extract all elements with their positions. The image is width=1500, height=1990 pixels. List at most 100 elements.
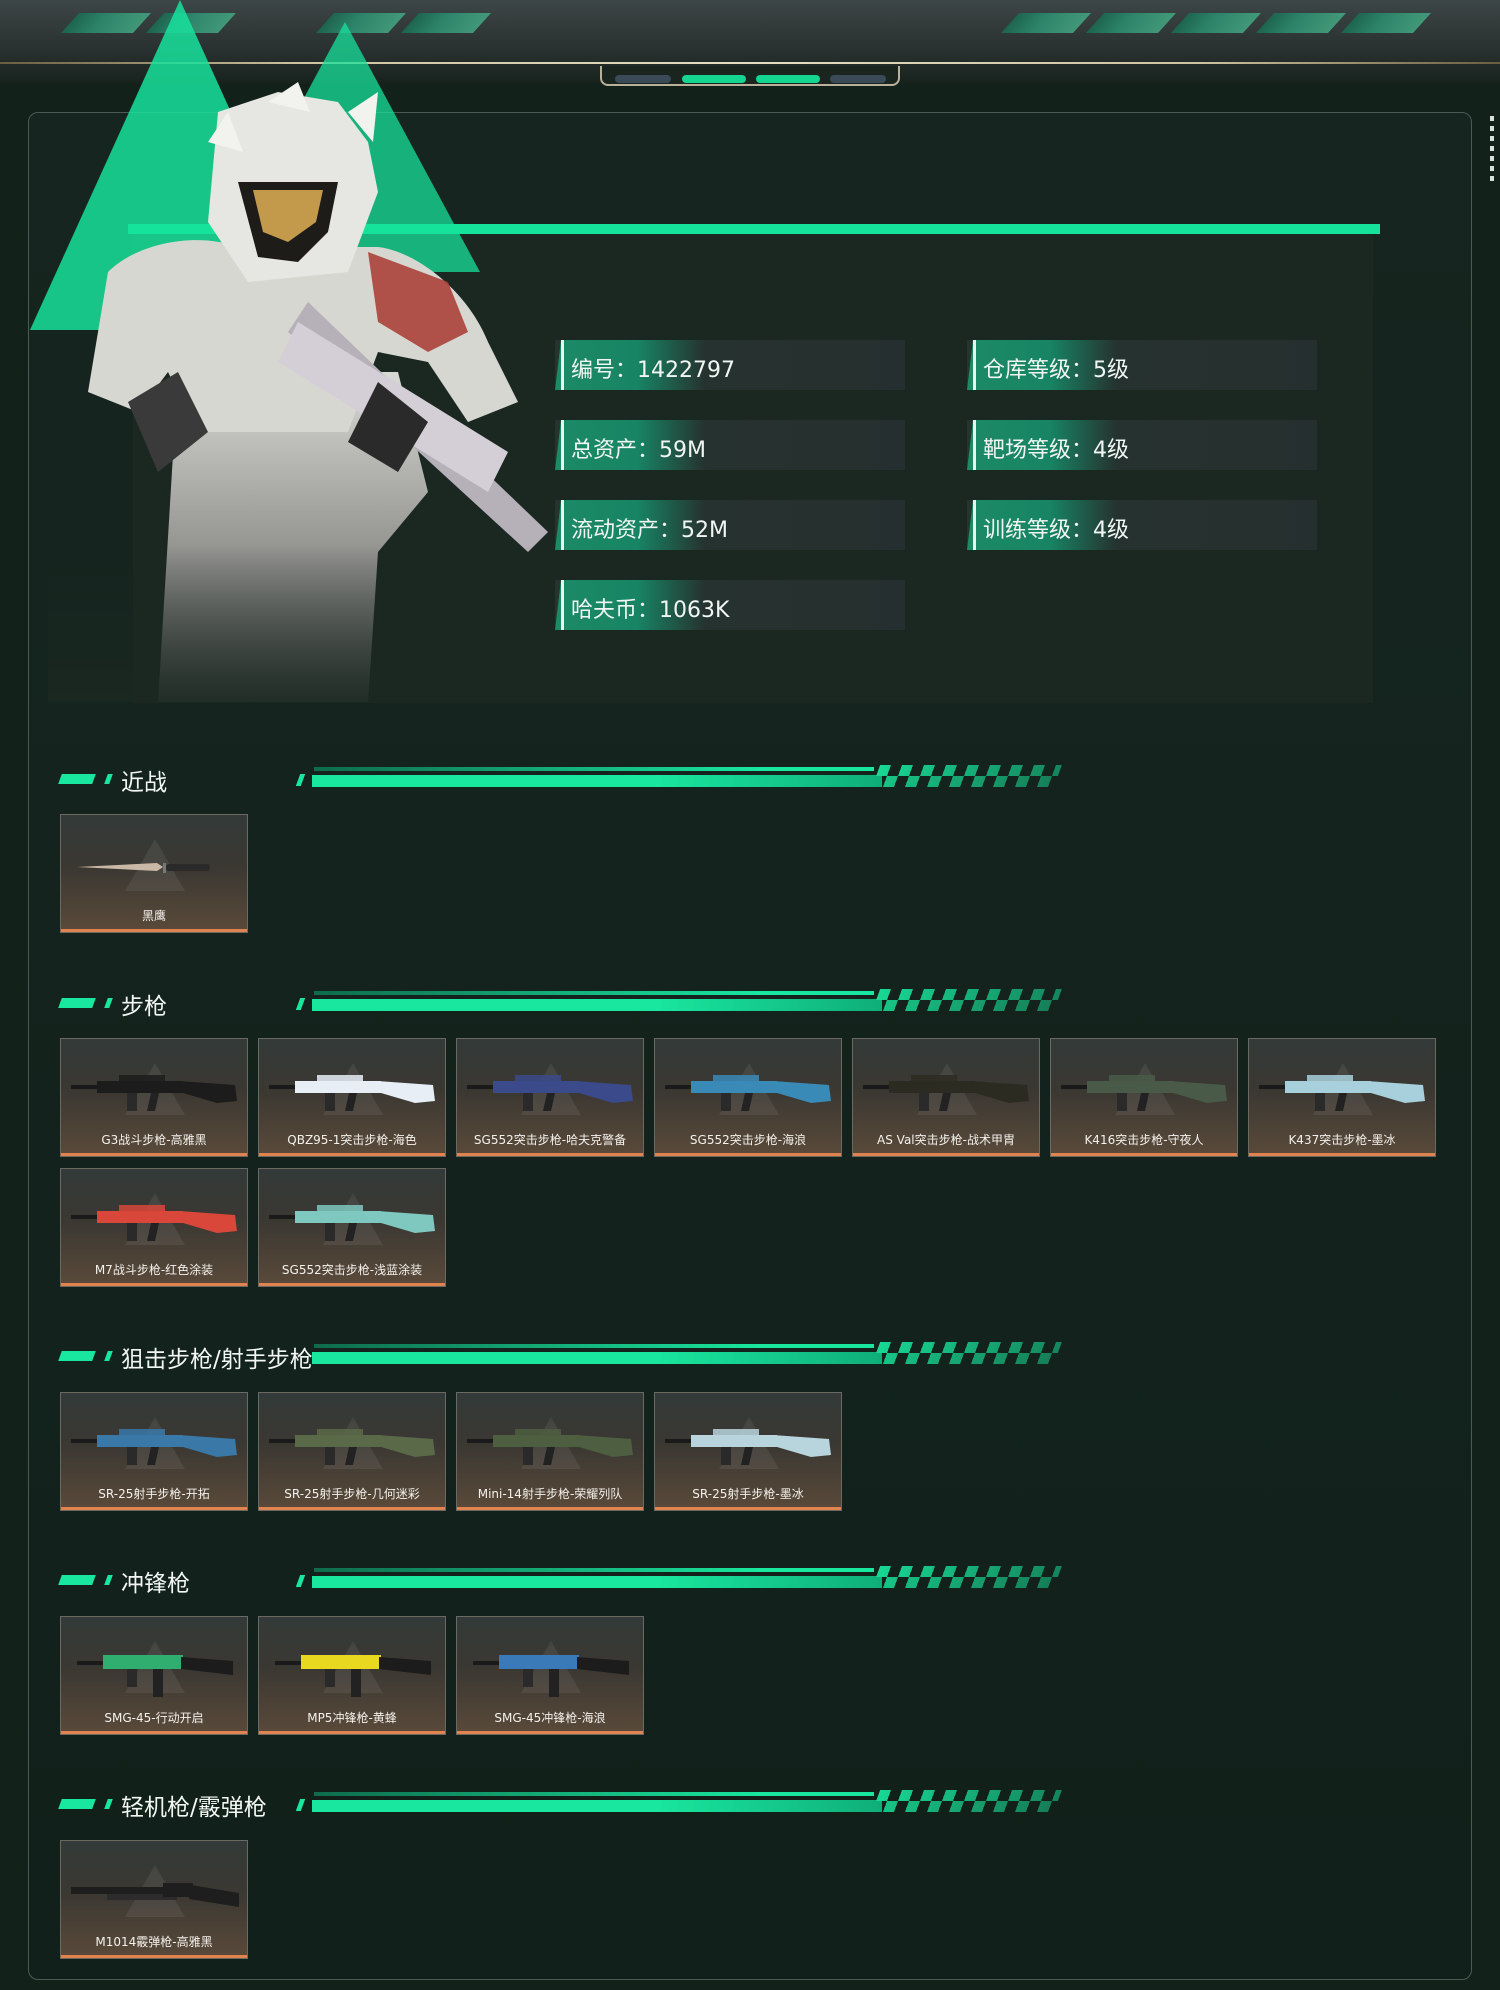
header-accent [104, 1351, 113, 1361]
weapon-card[interactable]: SMG-45冲锋枪-海浪 [456, 1616, 644, 1735]
weapon-card[interactable]: QBZ95-1突击步枪-海色 [258, 1038, 446, 1157]
smg-icon [77, 1655, 233, 1697]
operator-avatar [48, 72, 568, 702]
header-checker [871, 989, 1063, 1011]
weapon-name: Mini-14射手步枪-荣耀列队 [477, 1487, 623, 1501]
header-line [312, 999, 882, 1011]
rifle-icon [467, 1075, 633, 1111]
info-liquid-assets: 流动资产：52M [571, 518, 728, 543]
frame-stripe [1340, 13, 1432, 33]
header-line [314, 1792, 874, 1796]
weapon-name: SR-25射手步枪-几何迷彩 [284, 1487, 420, 1501]
smg-icon [473, 1655, 629, 1697]
info-cell-coins: 哈夫币：1063K [555, 580, 905, 630]
weapon-name: MP5冲锋枪-黄蜂 [307, 1711, 397, 1725]
weapon-card[interactable]: K437突击步枪-墨冰 [1248, 1038, 1436, 1157]
weapon-name: M7战斗步枪-红色涂装 [94, 1263, 214, 1277]
section-header-rifle: 步枪 [58, 987, 1063, 1020]
header-accent [295, 774, 306, 786]
header-accent [104, 1575, 113, 1585]
header-line [312, 1576, 882, 1588]
frame-pill [682, 75, 746, 83]
header-accent [58, 774, 96, 784]
header-line [314, 767, 874, 771]
weapon-name: 黑鹰 [141, 909, 166, 923]
info-cell-id: 编号：1422797 [555, 340, 905, 390]
weapon-card[interactable]: SR-25射手步枪-开拓 [60, 1392, 248, 1511]
weapon-name: SR-25射手步枪-开拓 [98, 1487, 210, 1501]
header-line [314, 1568, 874, 1572]
section-title: 冲锋枪 [121, 1571, 190, 1597]
rifle-icon [269, 1075, 435, 1111]
header-checker [871, 1566, 1063, 1588]
section-header-lmg: 轻机枪/霰弹枪 [58, 1788, 1063, 1821]
header-accent [295, 998, 306, 1010]
section-header-smg: 冲锋枪 [58, 1564, 1063, 1597]
rifle-icon [665, 1429, 831, 1465]
weapon-name: SMG-45-行动开启 [104, 1711, 204, 1725]
weapon-name: K437突击步枪-墨冰 [1288, 1133, 1396, 1147]
info-cell-training-level: 训练等级：4级 [967, 500, 1317, 550]
rifle-icon [1259, 1075, 1425, 1111]
header-line [314, 1344, 874, 1348]
section-title: 近战 [121, 770, 167, 796]
weapon-card[interactable]: SG552突击步枪-浅蓝涂装 [258, 1168, 446, 1287]
info-total-assets: 总资产：59M [571, 438, 706, 463]
section-title: 轻机枪/霰弹枪 [121, 1795, 267, 1821]
section-title: 狙击步枪/射手步枪 [121, 1347, 313, 1373]
weapon-name: SR-25射手步枪-墨冰 [692, 1487, 804, 1501]
frame-stripe [1085, 13, 1177, 33]
header-checker [871, 765, 1063, 787]
info-id: 编号：1422797 [571, 358, 735, 383]
weapon-card[interactable]: M1014霰弹枪-高雅黑 [60, 1840, 248, 1959]
header-accent [58, 1799, 96, 1809]
frame-stripe [1255, 13, 1347, 33]
info-warehouse-level: 仓库等级：5级 [983, 358, 1129, 383]
header-line [312, 1800, 882, 1812]
weapon-card[interactable]: SR-25射手步枪-墨冰 [654, 1392, 842, 1511]
header-checker [871, 1790, 1063, 1812]
rifle-icon [71, 1205, 237, 1241]
weapon-card[interactable]: K416突击步枪-守夜人 [1050, 1038, 1238, 1157]
weapon-card[interactable]: AS Val突击步枪-战术甲胄 [852, 1038, 1040, 1157]
weapon-card[interactable]: M7战斗步枪-红色涂装 [60, 1168, 248, 1287]
weapon-name: M1014霰弹枪-高雅黑 [95, 1935, 213, 1949]
weapon-card[interactable]: SR-25射手步枪-几何迷彩 [258, 1392, 446, 1511]
rifle-icon [269, 1429, 435, 1465]
section-header-sniper: 狙击步枪/射手步枪 [58, 1340, 1063, 1373]
frame-stripe [1170, 13, 1262, 33]
info-cell-liquid-assets: 流动资产：52M [555, 500, 905, 550]
info-coins: 哈夫币：1063K [571, 598, 730, 623]
header-accent [58, 1575, 96, 1585]
shotgun-icon [71, 1883, 239, 1907]
scroll-indicator[interactable] [1490, 116, 1494, 186]
weapon-card[interactable]: SG552突击步枪-哈夫克警备 [456, 1038, 644, 1157]
weapon-name: G3战斗步枪-高雅黑 [101, 1133, 207, 1147]
section-header-melee: 近战 [58, 763, 1063, 796]
info-range-level: 靶场等级：4级 [983, 438, 1129, 463]
frame-pill [830, 75, 886, 83]
rifle-icon [269, 1205, 435, 1241]
weapon-card[interactable]: G3战斗步枪-高雅黑 [60, 1038, 248, 1157]
smg-icon [275, 1655, 431, 1697]
header-accent [104, 1799, 113, 1809]
header-line [314, 991, 874, 995]
frame-pill [756, 75, 820, 83]
weapon-name: K416突击步枪-守夜人 [1084, 1133, 1204, 1147]
frame-stripe [1000, 13, 1092, 33]
header-checker [871, 1342, 1063, 1364]
weapon-card[interactable]: SG552突击步枪-海浪 [654, 1038, 842, 1157]
weapon-card[interactable]: 黑鹰 [60, 814, 248, 933]
weapon-card[interactable]: MP5冲锋枪-黄蜂 [258, 1616, 446, 1735]
weapon-card[interactable]: Mini-14射手步枪-荣耀列队 [456, 1392, 644, 1511]
header-accent [104, 998, 113, 1008]
rifle-icon [71, 1429, 237, 1465]
info-cell-range-level: 靶场等级：4级 [967, 420, 1317, 470]
weapon-card[interactable]: SMG-45-行动开启 [60, 1616, 248, 1735]
weapon-name: SG552突击步枪-海浪 [689, 1133, 807, 1147]
header-accent [295, 1799, 306, 1811]
weapon-name: QBZ95-1突击步枪-海色 [287, 1133, 417, 1147]
weapon-name: AS Val突击步枪-战术甲胄 [877, 1133, 1015, 1147]
info-cell-warehouse-level: 仓库等级：5级 [967, 340, 1317, 390]
rifle-icon [71, 1075, 237, 1111]
